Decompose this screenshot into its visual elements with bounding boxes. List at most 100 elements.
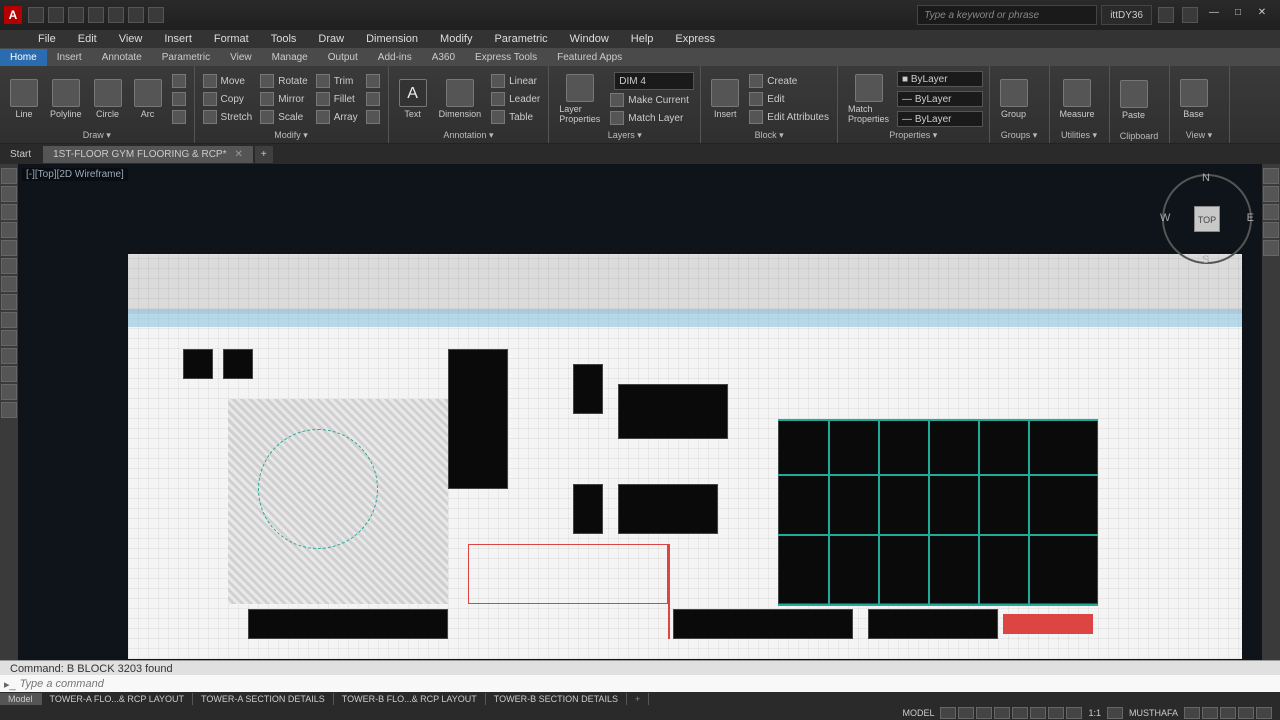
view-cube[interactable]: TOP N S E W bbox=[1162, 174, 1252, 264]
leader-button[interactable]: Leader bbox=[489, 91, 542, 107]
status-scale[interactable]: 1:1 bbox=[1084, 708, 1105, 718]
modify-ex3[interactable] bbox=[364, 109, 382, 125]
tool-line-icon[interactable] bbox=[1, 168, 17, 184]
file-tab-start[interactable]: Start bbox=[0, 146, 41, 163]
paste-button[interactable]: Paste bbox=[1116, 78, 1152, 122]
qat-redo-icon[interactable] bbox=[148, 7, 164, 23]
exchange-icon[interactable] bbox=[1158, 7, 1174, 23]
status-grid-icon[interactable] bbox=[940, 707, 956, 719]
minimize-button[interactable]: — bbox=[1204, 7, 1224, 23]
color-dropdown[interactable]: ■ ByLayer bbox=[897, 71, 982, 87]
menu-help[interactable]: Help bbox=[621, 31, 664, 47]
tab-a360[interactable]: A360 bbox=[422, 49, 465, 66]
maximize-button[interactable]: □ bbox=[1228, 7, 1248, 23]
status-clean-icon[interactable] bbox=[1238, 707, 1254, 719]
app-logo[interactable]: A bbox=[4, 6, 22, 24]
modify-ex1[interactable] bbox=[364, 73, 382, 89]
create-block-button[interactable]: Create bbox=[747, 73, 831, 89]
status-isolate-icon[interactable] bbox=[1220, 707, 1236, 719]
status-otrack-icon[interactable] bbox=[1030, 707, 1046, 719]
current-layer-dropdown[interactable]: DIM 4 bbox=[614, 72, 694, 90]
menu-view[interactable]: View bbox=[109, 31, 153, 47]
rotate-button[interactable]: Rotate bbox=[258, 73, 309, 89]
layout-tab-model[interactable]: Model bbox=[0, 693, 42, 705]
draw-extra-1[interactable] bbox=[170, 73, 188, 89]
tab-featured-apps[interactable]: Featured Apps bbox=[547, 49, 632, 66]
tool-mtext-icon[interactable] bbox=[1, 402, 17, 418]
tab-express-tools[interactable]: Express Tools bbox=[465, 49, 547, 66]
menu-edit[interactable]: Edit bbox=[68, 31, 107, 47]
status-customize-icon[interactable] bbox=[1256, 707, 1272, 719]
mirror-button[interactable]: Mirror bbox=[258, 91, 309, 107]
copy-button[interactable]: Copy bbox=[201, 91, 255, 107]
tool-point-icon[interactable] bbox=[1, 348, 17, 364]
array-button[interactable]: Array bbox=[314, 109, 360, 125]
close-tab-icon[interactable]: ✕ bbox=[234, 149, 242, 160]
tool-region-icon[interactable] bbox=[1, 366, 17, 382]
tool-spline-icon[interactable] bbox=[1, 294, 17, 310]
linear-button[interactable]: Linear bbox=[489, 73, 542, 89]
qat-save-icon[interactable] bbox=[68, 7, 84, 23]
dimension-button[interactable]: Dimension bbox=[435, 77, 486, 121]
menu-modify[interactable]: Modify bbox=[430, 31, 482, 47]
qat-undo-icon[interactable] bbox=[128, 7, 144, 23]
qat-saveas-icon[interactable] bbox=[88, 7, 104, 23]
match-properties-button[interactable]: Match Properties bbox=[844, 72, 893, 126]
nav-pan-icon[interactable] bbox=[1263, 186, 1279, 202]
nav-zoom-icon[interactable] bbox=[1263, 204, 1279, 220]
edit-block-button[interactable]: Edit bbox=[747, 91, 831, 107]
drawing-canvas[interactable]: [-][Top][2D Wireframe] bbox=[18, 164, 1262, 660]
tool-circle-icon[interactable] bbox=[1, 276, 17, 292]
close-button[interactable]: ✕ bbox=[1252, 7, 1272, 23]
line-button[interactable]: Line bbox=[6, 77, 42, 121]
tab-view[interactable]: View bbox=[220, 49, 262, 66]
modify-ex2[interactable] bbox=[364, 91, 382, 107]
tab-annotate[interactable]: Annotate bbox=[92, 49, 152, 66]
status-lweight-icon[interactable] bbox=[1048, 707, 1064, 719]
linetype-dropdown[interactable]: — ByLayer bbox=[897, 111, 982, 127]
tool-table-icon[interactable] bbox=[1, 384, 17, 400]
menu-dimension[interactable]: Dimension bbox=[356, 31, 428, 47]
command-input[interactable] bbox=[20, 678, 1280, 690]
tab-parametric[interactable]: Parametric bbox=[152, 49, 220, 66]
stretch-button[interactable]: Stretch bbox=[201, 109, 255, 125]
fillet-button[interactable]: Fillet bbox=[314, 91, 360, 107]
draw-extra-2[interactable] bbox=[170, 91, 188, 107]
group-button[interactable]: Group bbox=[996, 77, 1032, 121]
viewport-label[interactable]: [-][Top][2D Wireframe] bbox=[22, 168, 128, 181]
tool-polygon-icon[interactable] bbox=[1, 222, 17, 238]
draw-extra-3[interactable] bbox=[170, 109, 188, 125]
measure-button[interactable]: Measure bbox=[1056, 77, 1099, 121]
menu-insert[interactable]: Insert bbox=[154, 31, 202, 47]
user-account[interactable]: ittDY36 bbox=[1101, 5, 1152, 25]
tab-output[interactable]: Output bbox=[318, 49, 368, 66]
nav-orbit-icon[interactable] bbox=[1263, 222, 1279, 238]
tab-addins[interactable]: Add-ins bbox=[368, 49, 422, 66]
tool-xline-icon[interactable] bbox=[1, 186, 17, 202]
edit-attributes-button[interactable]: Edit Attributes bbox=[747, 109, 831, 125]
new-tab-button[interactable]: + bbox=[255, 146, 273, 163]
qat-new-icon[interactable] bbox=[28, 7, 44, 23]
text-button[interactable]: AText bbox=[395, 77, 431, 121]
menu-file[interactable]: File bbox=[28, 31, 66, 47]
menu-express[interactable]: Express bbox=[665, 31, 725, 47]
file-tab-active[interactable]: 1ST-FLOOR GYM FLOORING & RCP*✕ bbox=[43, 146, 253, 163]
menu-draw[interactable]: Draw bbox=[308, 31, 354, 47]
tool-ellipse-icon[interactable] bbox=[1, 312, 17, 328]
scale-button[interactable]: Scale bbox=[258, 109, 309, 125]
move-button[interactable]: Move bbox=[201, 73, 255, 89]
qat-plot-icon[interactable] bbox=[108, 7, 124, 23]
status-osnap-icon[interactable] bbox=[1012, 707, 1028, 719]
menu-window[interactable]: Window bbox=[560, 31, 619, 47]
circle-button[interactable]: Circle bbox=[90, 77, 126, 121]
base-button[interactable]: Base bbox=[1176, 77, 1212, 121]
polyline-button[interactable]: Polyline bbox=[46, 77, 86, 121]
lineweight-dropdown[interactable]: — ByLayer bbox=[897, 91, 982, 107]
nav-showmotion-icon[interactable] bbox=[1263, 240, 1279, 256]
help-icon[interactable] bbox=[1182, 7, 1198, 23]
tool-rectangle-icon[interactable] bbox=[1, 240, 17, 256]
status-polar-icon[interactable] bbox=[994, 707, 1010, 719]
status-transparency-icon[interactable] bbox=[1066, 707, 1082, 719]
tool-arc-icon[interactable] bbox=[1, 258, 17, 274]
menu-parametric[interactable]: Parametric bbox=[484, 31, 557, 47]
